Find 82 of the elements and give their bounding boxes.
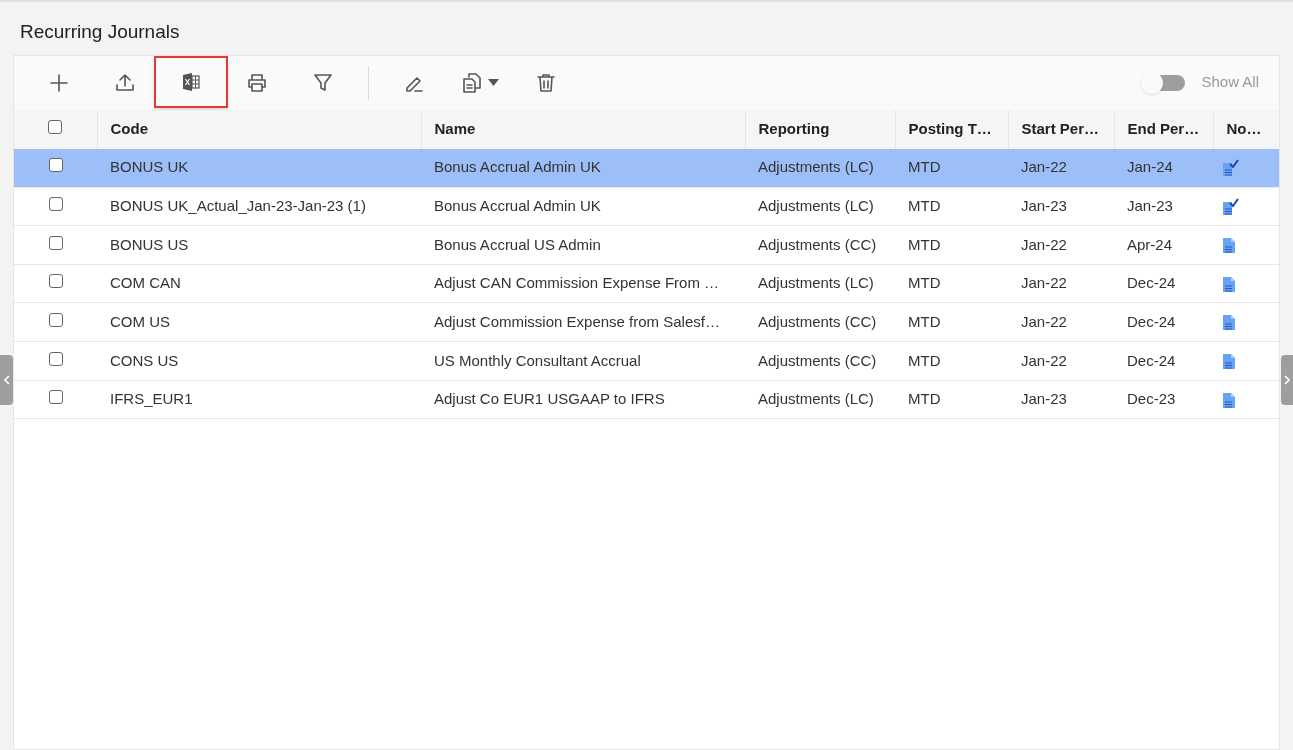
copy-icon <box>461 71 484 94</box>
table-cell: COM US <box>110 312 170 330</box>
table-cell: Dec-24 <box>1127 274 1176 292</box>
filter-icon <box>312 71 334 94</box>
table-cell: Adjustments (LC) <box>758 274 874 292</box>
chevron-right-icon <box>1284 375 1290 385</box>
row-checkbox[interactable] <box>48 158 63 173</box>
spreadsheet-icon <box>180 70 202 93</box>
table-cell: COM CAN <box>110 274 181 292</box>
table-cell: Dec-24 <box>1127 312 1176 330</box>
table-row[interactable]: BONUS UK Bonus Accrual Admin UK Adjustments (LC) MTD Jan-22 Jan-24 <box>14 148 1279 188</box>
show-all-toggle[interactable] <box>1141 71 1186 94</box>
upload-icon <box>114 71 136 94</box>
table-cell: Jan-22 <box>1021 312 1067 330</box>
table-row[interactable]: IFRS_EUR1 Adjust Co EUR1 USGAAP to IFRS Adjustments (LC) MTD Jan-23 Dec-23 <box>14 380 1279 419</box>
row-checkbox[interactable] <box>48 390 63 405</box>
table-cell: Adjust Commission Expense from Salesf… <box>434 312 720 330</box>
table-cell: Adjustments (LC) <box>758 197 874 215</box>
trash-icon <box>535 71 557 94</box>
page-title: Recurring Journals <box>20 20 180 44</box>
caret-icon <box>487 79 499 86</box>
table-cell: MTD <box>908 197 941 215</box>
table-row[interactable]: COM CAN Adjust CAN Commission Expense From … Adjustments (LC) MTD Jan-22 Dec-24 <box>14 264 1279 303</box>
table-cell: Bonus Accrual Admin UK <box>434 197 601 215</box>
select-all-checkbox[interactable] <box>48 119 63 134</box>
table-cell: Adjustments (CC) <box>758 351 877 369</box>
table-cell: BONUS UK <box>110 158 189 176</box>
table-cell: MTD <box>908 351 941 369</box>
table-cell: Bonus Accrual Admin UK <box>434 158 601 176</box>
table-row[interactable]: BONUS UK_Actual_Jan-23-Jan-23 (1) Bonus Accrual Admin UK Adjustments (LC) MTD Jan-23 Jan-23 <box>14 187 1279 226</box>
row-checkbox[interactable] <box>48 197 63 212</box>
table-cell: MTD <box>908 274 941 292</box>
table-cell: BONUS UK_Actual_Jan-23-Jan-23 (1) <box>110 197 366 215</box>
table-row[interactable]: CONS US US Monthly Consultant Accrual Adjustments (CC) MTD Jan-22 Dec-24 <box>14 341 1279 381</box>
expand-right-handle[interactable] <box>1281 355 1293 405</box>
table-cell: Jan-22 <box>1021 235 1067 253</box>
table-cell: Jan-24 <box>1127 158 1173 176</box>
table-cell: Adjustments (CC) <box>758 235 877 253</box>
table-cell: Bonus Accrual US Admin <box>434 235 601 253</box>
table-cell: Adjustments (LC) <box>758 390 874 408</box>
table-cell: Dec-23 <box>1127 390 1176 408</box>
table-cell: Jan-22 <box>1021 351 1067 369</box>
row-checkbox[interactable] <box>48 351 63 366</box>
table-cell: BONUS US <box>110 235 189 253</box>
table-cell: MTD <box>908 235 941 253</box>
column-header[interactable]: Reporting <box>758 119 830 137</box>
table-cell: Jan-22 <box>1021 274 1067 292</box>
printer-icon <box>246 71 268 94</box>
table-cell: MTD <box>908 390 941 408</box>
table-row[interactable]: COM US Adjust Commission Expense from Salesf… Adjustments (CC) MTD Jan-22 Dec-24 <box>14 302 1279 342</box>
table-row[interactable]: BONUS US Bonus Accrual US Admin Adjustments (CC) MTD Jan-22 Apr-24 <box>14 225 1279 265</box>
collapse-left-handle[interactable] <box>0 355 13 405</box>
column-header[interactable]: Name <box>434 119 476 137</box>
plus-icon <box>48 71 70 94</box>
column-header[interactable]: End Per… <box>1127 119 1200 137</box>
table-cell: US Monthly Consultant Accrual <box>434 351 641 369</box>
table-cell: MTD <box>908 312 941 330</box>
row-checkbox[interactable] <box>48 274 63 289</box>
table-cell: Jan-23 <box>1021 197 1067 215</box>
table-cell: Dec-24 <box>1127 351 1176 369</box>
column-header[interactable]: Start Per… <box>1021 119 1100 137</box>
table-cell: Adjustments (CC) <box>758 312 877 330</box>
column-header[interactable]: Posting T… <box>908 119 992 137</box>
table-cell: Apr-24 <box>1127 235 1173 253</box>
column-header[interactable]: No… <box>1226 119 1262 137</box>
note-checked-icon[interactable] <box>1220 197 1239 217</box>
row-checkbox[interactable] <box>48 235 63 250</box>
show-all-label: Show All <box>1201 72 1259 93</box>
table-cell: Jan-23 <box>1021 390 1067 408</box>
export-excel-button[interactable] <box>154 55 228 108</box>
table-cell: IFRS_EUR1 <box>110 390 193 408</box>
table-cell: Adjustments (LC) <box>758 158 874 176</box>
table-cell: Jan-22 <box>1021 158 1067 176</box>
chevron-left-icon <box>3 375 10 385</box>
table-cell: Jan-23 <box>1127 197 1173 215</box>
note-checked-icon[interactable] <box>1220 158 1239 178</box>
column-header[interactable]: Code <box>110 119 148 137</box>
table-cell: MTD <box>908 158 941 176</box>
table-cell: Adjust CAN Commission Expense From … <box>434 274 720 292</box>
table-cell: Adjust Co EUR1 USGAAP to IFRS <box>434 390 665 408</box>
row-checkbox[interactable] <box>48 312 63 327</box>
table-cell: CONS US <box>110 351 179 369</box>
